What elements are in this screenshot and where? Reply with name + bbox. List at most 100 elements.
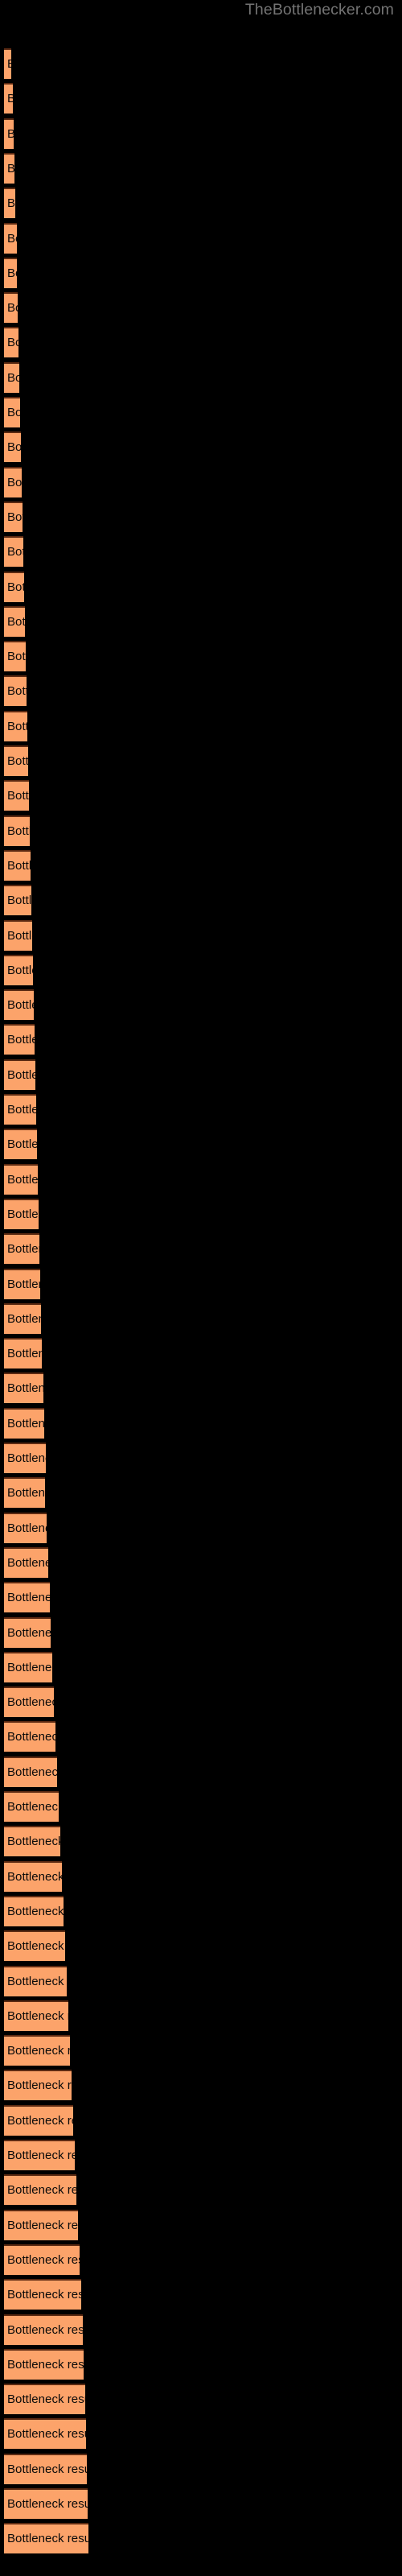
bar[interactable]: Bottleneck result [4,501,23,532]
bar-row[interactable]: Bottleneck result [4,885,31,916]
bar-row[interactable]: Bottleneck result [4,2488,88,2519]
bar-row[interactable]: Bottleneck result [4,1129,37,1160]
bar-row[interactable]: Bottleneck result [4,1582,50,1613]
bar-row[interactable]: Bottleneck result [4,152,14,184]
bar-row[interactable]: Bottleneck result [4,501,23,532]
bar[interactable]: Bottleneck result [4,2070,72,2101]
bar[interactable]: Bottleneck result [4,361,19,393]
bar[interactable]: Bottleneck result [4,1443,46,1473]
bar[interactable]: Bottleneck result [4,152,14,184]
bar-row[interactable]: Bottleneck result [4,605,25,637]
bar-row[interactable]: Bottleneck result [4,1198,39,1229]
bar-row[interactable]: Bottleneck result [4,292,18,324]
bar[interactable]: Bottleneck result [4,2035,70,2066]
bar[interactable]: Bottleneck result [4,1477,45,1509]
bar[interactable]: Bottleneck result [4,2384,85,2415]
bar[interactable]: Bottleneck result [4,919,32,951]
bar-row[interactable]: Bottleneck result [4,1791,59,1822]
bar-row[interactable]: Bottleneck result [4,2174,76,2206]
bar-row[interactable]: Bottleneck result [4,571,24,602]
bar-row[interactable]: Bottleneck result [4,1860,62,1892]
bar[interactable]: Bottleneck result [4,1686,54,1718]
bar-row[interactable]: Bottleneck result [4,989,34,1021]
bar[interactable]: Bottleneck result [4,1582,50,1613]
bar[interactable]: Bottleneck result [4,2523,88,2554]
bar-row[interactable]: Bottleneck result [4,954,33,985]
bar[interactable]: Bottleneck result [4,815,30,846]
bar-row[interactable]: Bottleneck result [4,2348,84,2380]
bar[interactable]: Bottleneck result [4,1756,57,1787]
bar-row[interactable]: Bottleneck result [4,2209,78,2240]
bar-row[interactable]: Bottleneck result [4,1338,42,1369]
bar[interactable]: Bottleneck result [4,1512,47,1543]
bar-row[interactable]: Bottleneck result [4,2070,72,2101]
bar[interactable]: Bottleneck result [4,2174,76,2206]
bar[interactable]: Bottleneck result [4,536,23,568]
bar-row[interactable]: Bottleneck result [4,2523,88,2554]
bar[interactable]: Bottleneck result [4,1791,59,1822]
bar[interactable]: Bottleneck result [4,849,31,881]
bar[interactable]: Bottleneck result [4,1965,67,1996]
bar[interactable]: Bottleneck result [4,292,18,324]
bar-row[interactable]: Bottleneck result [4,1721,55,1752]
bar[interactable]: Bottleneck result [4,1024,35,1055]
bar[interactable]: Bottleneck result [4,1546,48,1578]
bar-row[interactable]: Bottleneck result [4,780,29,811]
bar[interactable]: Bottleneck result [4,1233,39,1265]
bar-row[interactable]: Bottleneck result [4,188,15,219]
bar-row[interactable]: Bottleneck result [4,327,18,358]
bar[interactable]: Bottleneck result [4,780,29,811]
bar[interactable]: Bottleneck result [4,641,26,672]
bar[interactable]: Bottleneck result [4,2104,73,2136]
bar-row[interactable]: Bottleneck result [4,1443,46,1473]
bar[interactable]: Bottleneck result [4,1129,37,1160]
bar[interactable]: Bottleneck result [4,431,21,463]
bar[interactable]: Bottleneck result [4,1616,51,1648]
bar-row[interactable]: Bottleneck result [4,1268,40,1299]
bar-row[interactable]: Bottleneck result [4,466,22,497]
bar[interactable]: Bottleneck result [4,1268,40,1299]
bar-row[interactable]: Bottleneck result [4,536,23,568]
bar[interactable]: Bottleneck result [4,1373,43,1404]
bar-row[interactable]: Bottleneck result [4,118,14,149]
bar-row[interactable]: Bottleneck result [4,849,31,881]
bar-row[interactable]: Bottleneck result [4,1302,41,1334]
bar[interactable]: Bottleneck result [4,989,34,1021]
bar-row[interactable]: Bottleneck result [4,1686,54,1718]
bar-row[interactable]: Bottleneck result [4,361,19,393]
bar[interactable]: Bottleneck result [4,1198,39,1229]
bar[interactable]: Bottleneck result [4,605,25,637]
bar-row[interactable]: Bottleneck result [4,2314,83,2345]
bar-row[interactable]: Bottleneck result [4,397,20,427]
bar-row[interactable]: Bottleneck result [4,710,27,741]
bar-row[interactable]: Bottleneck result [4,1163,38,1195]
bar[interactable]: Bottleneck result [4,2418,86,2450]
bar[interactable]: Bottleneck result [4,1338,42,1369]
bar[interactable]: Bottleneck result [4,1094,36,1125]
bar-row[interactable]: Bottleneck result [4,431,21,463]
bar[interactable]: Bottleneck result [4,1930,65,1962]
bar-row[interactable]: Bottleneck result [4,1024,35,1055]
bar-row[interactable]: Bottleneck result [4,1756,57,1787]
bar[interactable]: Bottleneck result [4,2314,83,2345]
bar-row[interactable]: Bottleneck result [4,1930,65,1962]
bar[interactable]: Bottleneck result [4,222,17,254]
bar-row[interactable]: Bottleneck result [4,745,28,776]
bar[interactable]: Bottleneck result [4,2209,78,2240]
bar[interactable]: Bottleneck result [4,1651,52,1682]
bar[interactable]: Bottleneck result [4,2453,87,2484]
bar[interactable]: Bottleneck result [4,954,33,985]
bar[interactable]: Bottleneck result [4,118,14,149]
bar-row[interactable]: Bottleneck result [4,1373,43,1404]
bar-row[interactable]: Bottleneck result [4,257,17,288]
bar[interactable]: Bottleneck result [4,1721,55,1752]
bar[interactable]: Bottleneck result [4,1163,38,1195]
bar-row[interactable]: Bottleneck result [4,2035,70,2066]
bar-row[interactable]: Bottleneck result [4,2418,86,2450]
bar[interactable]: Bottleneck result [4,83,13,114]
bar[interactable]: Bottleneck result [4,397,20,427]
bar-row[interactable]: Bottleneck result [4,1512,47,1543]
bar[interactable]: Bottleneck result [4,188,15,219]
bar-row[interactable]: Bottleneck result [4,83,13,114]
bar-row[interactable]: Bottleneck result [4,2244,80,2275]
